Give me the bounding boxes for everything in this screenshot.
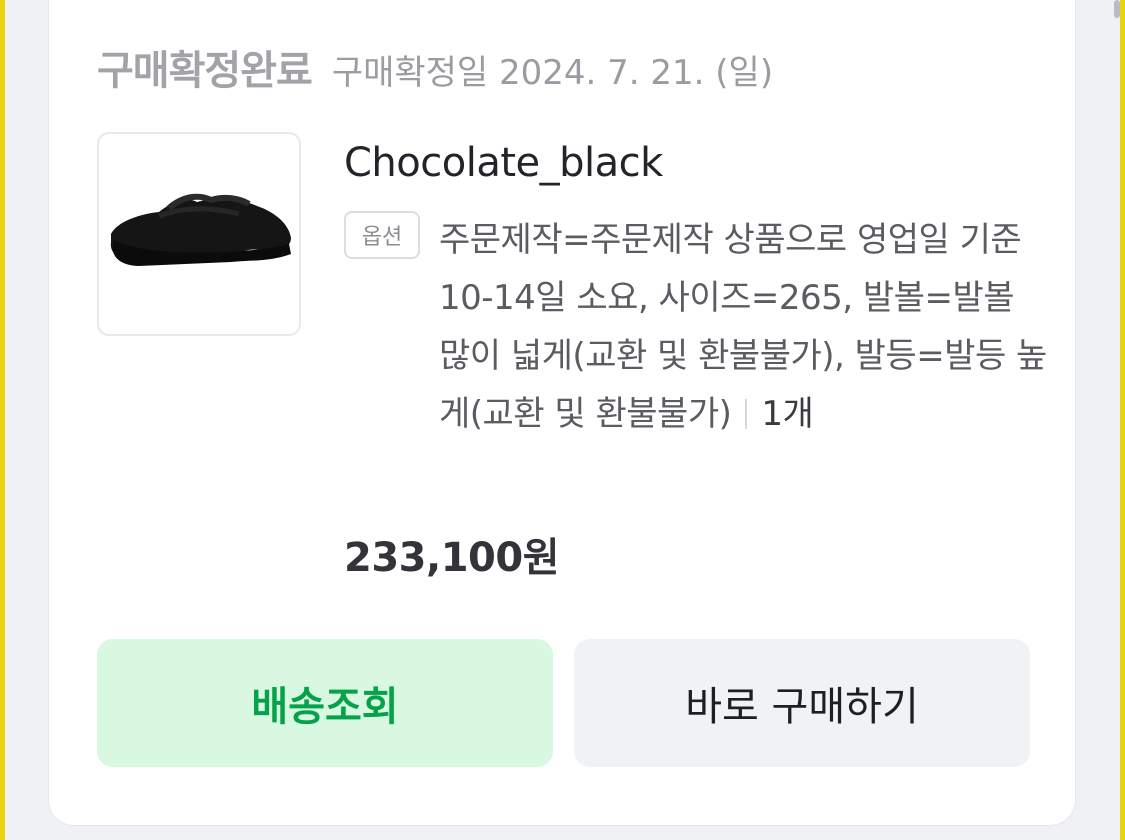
order-card: 구매확정완료 구매확정일 2024. 7. 21. (일) Chocolate_…: [48, 0, 1076, 826]
quantity: 1개: [761, 394, 814, 434]
order-status-title: 구매확정완료: [97, 48, 313, 94]
left-edge-bar: [0, 0, 5, 840]
buy-again-button[interactable]: 바로 구매하기: [574, 639, 1030, 767]
product-name[interactable]: Chocolate_black: [344, 140, 663, 186]
product-option-text: 주문제작=주문제작 상품으로 영업일 기준 10-14일 소요, 사이즈=265…: [439, 211, 1049, 443]
track-delivery-button[interactable]: 배송조회: [97, 639, 553, 767]
scrollbar-thumb[interactable]: [1114, 0, 1120, 18]
right-edge-bar: [1120, 0, 1125, 840]
shoe-image-icon: [110, 193, 291, 266]
option-badge: 옵션: [344, 211, 420, 259]
product-price: 233,100원: [344, 535, 560, 581]
order-status-row: 구매확정완료 구매확정일 2024. 7. 21. (일): [97, 38, 773, 98]
option-description: 주문제작=주문제작 상품으로 영업일 기준 10-14일 소요, 사이즈=265…: [439, 220, 1047, 434]
divider: [745, 399, 748, 429]
purchase-confirm-date: 구매확정일 2024. 7. 21. (일): [331, 53, 774, 93]
product-thumbnail[interactable]: [97, 132, 301, 336]
